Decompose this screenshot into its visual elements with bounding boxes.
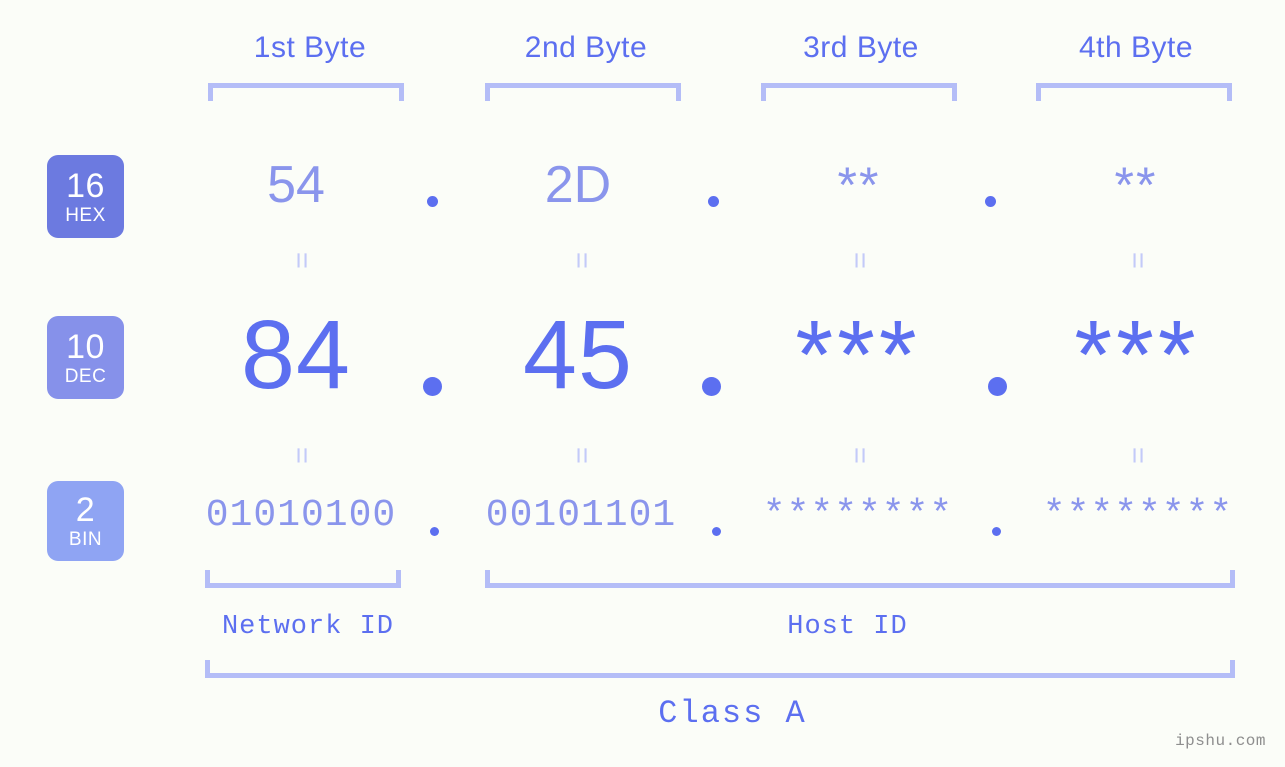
base-badge-bin: 2 BIN — [47, 481, 124, 561]
hex-value-byte-2: 2D — [544, 156, 612, 214]
bin-value-byte-3: ******** — [762, 494, 954, 537]
column-header-4th-byte: 4th Byte — [1078, 31, 1194, 64]
byte-bracket-top-4 — [1036, 83, 1232, 101]
network-id-bracket — [205, 570, 401, 588]
base-badge-bin-number: 2 — [75, 491, 96, 529]
hex-separator-dot-3 — [985, 196, 996, 207]
base-badge-dec: 10 DEC — [47, 316, 124, 399]
base-badge-dec-number: 10 — [66, 327, 105, 366]
dec-value-byte-2: 45 — [523, 300, 633, 409]
hex-value-byte-1: 54 — [267, 156, 325, 214]
dec-separator-dot-1 — [423, 377, 442, 396]
bin-value-byte-2: 00101101 — [485, 494, 677, 537]
class-label: Class A — [658, 695, 807, 732]
class-bracket — [205, 660, 1235, 678]
ip-byte-breakdown-diagram: 1st Byte 2nd Byte 3rd Byte 4th Byte 16 H… — [0, 0, 1285, 767]
base-badge-hex: 16 HEX — [47, 155, 124, 238]
equals-sign-hex-dec-2: = — [565, 252, 598, 269]
dec-value-byte-1: 84 — [241, 300, 351, 409]
equals-sign-hex-dec-1: = — [285, 252, 318, 269]
byte-bracket-top-1 — [208, 83, 404, 101]
equals-sign-dec-bin-2: = — [565, 447, 598, 464]
bin-value-byte-4: ******** — [1042, 494, 1234, 537]
watermark: ipshu.com — [1175, 732, 1266, 750]
column-header-3rd-byte: 3rd Byte — [803, 31, 919, 64]
base-badge-hex-name: HEX — [65, 204, 106, 226]
equals-sign-dec-bin-1: = — [285, 447, 318, 464]
base-badge-hex-number: 16 — [66, 166, 105, 205]
column-header-1st-byte: 1st Byte — [253, 31, 367, 64]
equals-sign-hex-dec-3: = — [843, 252, 876, 269]
network-id-label: Network ID — [221, 612, 395, 642]
host-id-bracket — [485, 570, 1235, 588]
equals-sign-dec-bin-4: = — [1121, 447, 1154, 464]
byte-bracket-top-3 — [761, 83, 957, 101]
bin-value-byte-1: 01010100 — [205, 494, 397, 537]
dec-value-byte-3: *** — [795, 300, 921, 409]
column-header-2nd-byte: 2nd Byte — [524, 31, 648, 64]
dec-value-byte-4: *** — [1074, 300, 1200, 409]
hex-separator-dot-1 — [427, 196, 438, 207]
hex-value-byte-3: ** — [837, 157, 881, 213]
dec-separator-dot-3 — [988, 377, 1007, 396]
base-badge-dec-name: DEC — [64, 365, 107, 387]
host-id-label: Host ID — [787, 612, 908, 642]
dec-separator-dot-2 — [702, 377, 721, 396]
byte-bracket-top-2 — [485, 83, 681, 101]
base-badge-bin-name: BIN — [68, 529, 103, 550]
hex-value-byte-4: ** — [1114, 157, 1158, 213]
equals-sign-dec-bin-3: = — [843, 447, 876, 464]
equals-sign-hex-dec-4: = — [1121, 252, 1154, 269]
hex-separator-dot-2 — [708, 196, 719, 207]
